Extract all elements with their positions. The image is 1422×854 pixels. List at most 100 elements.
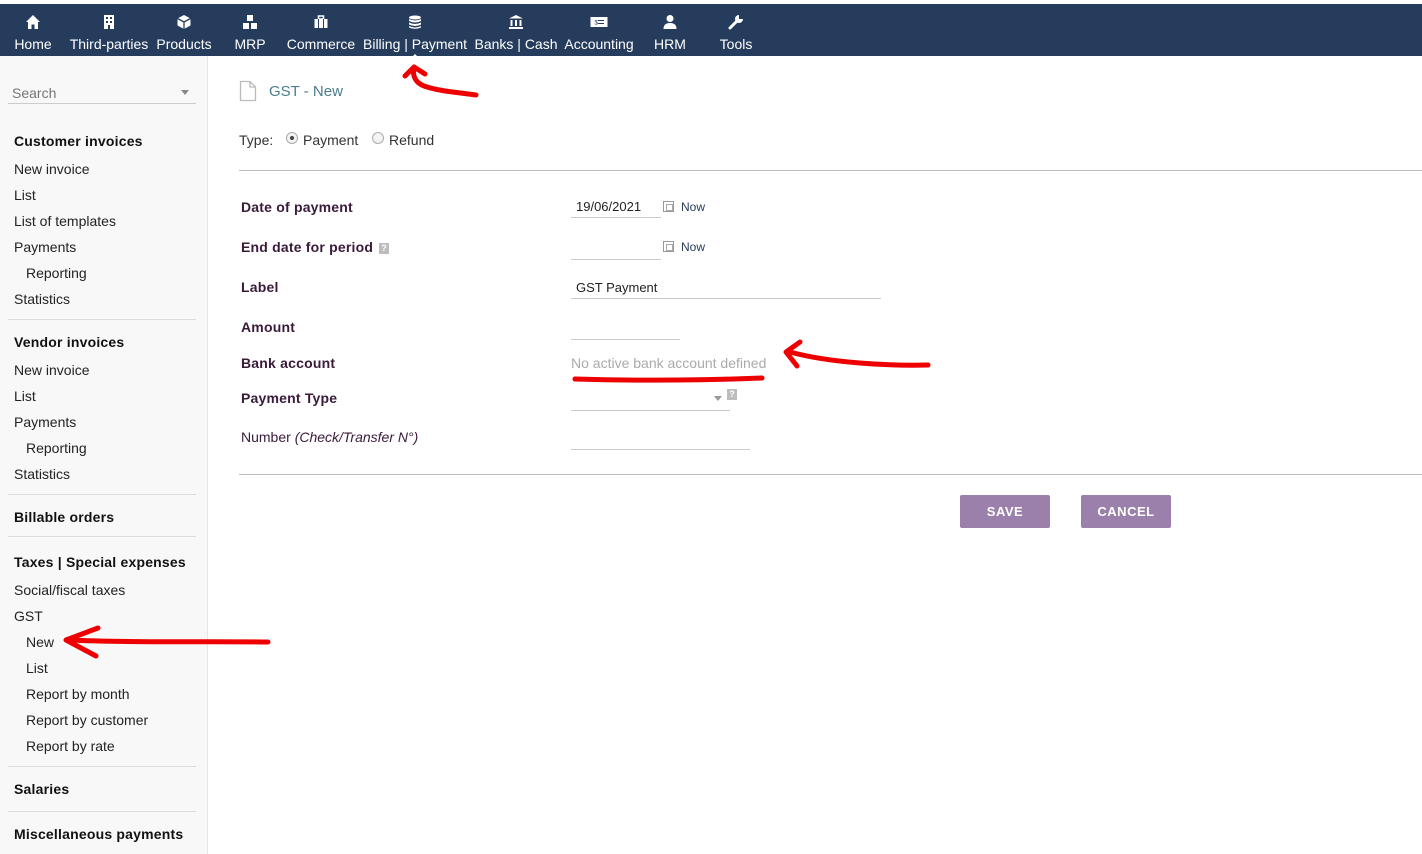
nav-banks-cash[interactable]: Banks | Cash (474, 8, 558, 56)
sidebar-head-vendor-invoices[interactable]: Vendor invoices (14, 334, 124, 350)
number-label: Number (Check/Transfer N°) (241, 429, 418, 445)
label-field-label: Label (241, 279, 279, 295)
number-hint: (Check/Transfer N°) (294, 429, 419, 445)
calendar-icon[interactable] (663, 241, 674, 252)
nav-home-label: Home (14, 36, 52, 52)
page-title: GST - New (269, 83, 343, 100)
end-date-now-link[interactable]: Now (681, 240, 705, 254)
type-payment-label[interactable]: Payment (303, 132, 358, 148)
annotation-arrow-bank (787, 349, 931, 368)
bank-account-label: Bank account (241, 355, 336, 371)
sidebar-item-customer-reporting[interactable]: Reporting (26, 265, 87, 281)
type-refund-radio[interactable] (372, 132, 384, 144)
nav-products-label: Products (156, 36, 212, 52)
left-sidebar: Customer invoices New invoice List List … (0, 56, 208, 854)
sidebar-item-vendor-statistics[interactable]: Statistics (14, 466, 70, 482)
sidebar-item-report-by-customer[interactable]: Report by customer (26, 712, 148, 728)
annotation-underline-bank (572, 375, 765, 383)
sidebar-divider (8, 536, 196, 537)
annotation-arrow-billing (411, 65, 479, 98)
sidebar-item-customer-list[interactable]: List (14, 187, 36, 203)
number-input[interactable] (571, 428, 750, 450)
end-date-label: End date for period? (241, 239, 390, 255)
nav-third-parties[interactable]: Third-parties (70, 8, 148, 56)
top-menu-bar: Home Third-parties Products MRP Commerce… (0, 0, 1422, 60)
date-of-payment-input[interactable] (571, 196, 661, 218)
bank-account-value: No active bank account defined (571, 355, 767, 371)
help-icon: ? (727, 389, 737, 400)
sidebar-item-report-by-month[interactable]: Report by month (26, 686, 130, 702)
sidebar-item-vendor-payments[interactable]: Payments (14, 414, 76, 430)
date-of-payment-now-link[interactable]: Now (681, 200, 705, 214)
sidebar-head-taxes[interactable]: Taxes | Special expenses (14, 554, 186, 570)
date-of-payment-label: Date of payment (241, 199, 353, 215)
nav-mrp[interactable]: MRP (232, 8, 268, 56)
nav-billing-payment[interactable]: Billing | Payment (363, 8, 468, 60)
cubes-icon (243, 15, 257, 29)
red-annotation-arrows (63, 64, 931, 659)
end-date-input[interactable] (571, 238, 661, 260)
sidebar-divider (8, 811, 196, 812)
nav-commerce[interactable]: Commerce (287, 8, 355, 56)
sidebar-head-customer-invoices[interactable]: Customer invoices (14, 133, 143, 149)
sidebar-item-customer-new-invoice[interactable]: New invoice (14, 161, 89, 177)
number-label-text: Number (241, 429, 291, 445)
type-payment-radio[interactable] (286, 132, 298, 144)
sidebar-head-salaries[interactable]: Salaries (14, 781, 69, 797)
bank-icon (509, 15, 523, 29)
sidebar-item-gst[interactable]: GST (14, 608, 43, 624)
search-select[interactable] (8, 82, 196, 104)
nav-hrm[interactable]: HRM (652, 8, 688, 56)
nav-billing-payment-label: Billing | Payment (363, 36, 468, 52)
nav-mrp-label: MRP (234, 36, 266, 52)
sidebar-item-customer-statistics[interactable]: Statistics (14, 291, 70, 307)
label-input[interactable] (571, 277, 881, 299)
annotation-arrow-billing-head (402, 64, 428, 79)
sidebar-item-vendor-new-invoice[interactable]: New invoice (14, 362, 89, 378)
nav-home[interactable]: Home (14, 8, 52, 56)
briefcase-icon (314, 15, 328, 28)
type-label: Type: (239, 132, 274, 148)
nav-banks-cash-label: Banks | Cash (474, 36, 558, 52)
wrench-icon (728, 15, 743, 30)
sidebar-item-gst-list[interactable]: List (26, 660, 48, 676)
nav-products[interactable]: Products (156, 8, 212, 56)
sidebar-item-vendor-list[interactable]: List (14, 388, 36, 404)
document-icon (239, 80, 257, 102)
user-icon (663, 15, 677, 29)
nav-accounting-label: Accounting (564, 36, 634, 52)
chevron-down-icon[interactable] (714, 396, 722, 401)
end-date-label-text: End date for period (241, 239, 374, 255)
nav-accounting[interactable]: $ Accounting (564, 8, 634, 56)
annotation-arrow-bank-head (783, 339, 803, 369)
amount-label: Amount (241, 319, 296, 335)
sidebar-item-gst-new[interactable]: New (26, 634, 54, 650)
sidebar-item-vendor-reporting[interactable]: Reporting (26, 440, 87, 456)
nav-tools[interactable]: Tools (716, 8, 756, 56)
nav-third-parties-label: Third-parties (69, 36, 149, 52)
cancel-button[interactable]: CANCEL (1081, 495, 1171, 528)
type-refund-label[interactable]: Refund (389, 132, 434, 148)
form-divider-top (239, 170, 1422, 171)
amount-input[interactable] (571, 318, 680, 340)
sidebar-head-misc-payments[interactable]: Miscellaneous payments (14, 826, 183, 842)
money-bill-icon: $ (590, 17, 608, 27)
sidebar-item-social-fiscal-taxes[interactable]: Social/fiscal taxes (14, 582, 125, 598)
sidebar-divider (8, 319, 196, 320)
nav-tools-label: Tools (719, 36, 753, 52)
chevron-down-icon[interactable] (181, 90, 189, 95)
help-icon: ? (379, 242, 390, 254)
payment-type-select[interactable] (571, 389, 730, 411)
sidebar-head-billable-orders[interactable]: Billable orders (14, 509, 114, 525)
active-tab-caret (409, 54, 421, 60)
calendar-icon[interactable] (663, 201, 674, 212)
save-button[interactable]: SAVE (960, 495, 1050, 528)
home-icon (26, 15, 40, 29)
sidebar-item-report-by-rate[interactable]: Report by rate (26, 738, 115, 754)
sidebar-item-customer-payments[interactable]: Payments (14, 239, 76, 255)
nav-commerce-label: Commerce (286, 36, 356, 52)
sidebar-item-customer-templates[interactable]: List of templates (14, 213, 116, 229)
sidebar-divider (8, 766, 196, 767)
form-divider-bottom (239, 474, 1422, 475)
sidebar-divider (8, 494, 196, 495)
